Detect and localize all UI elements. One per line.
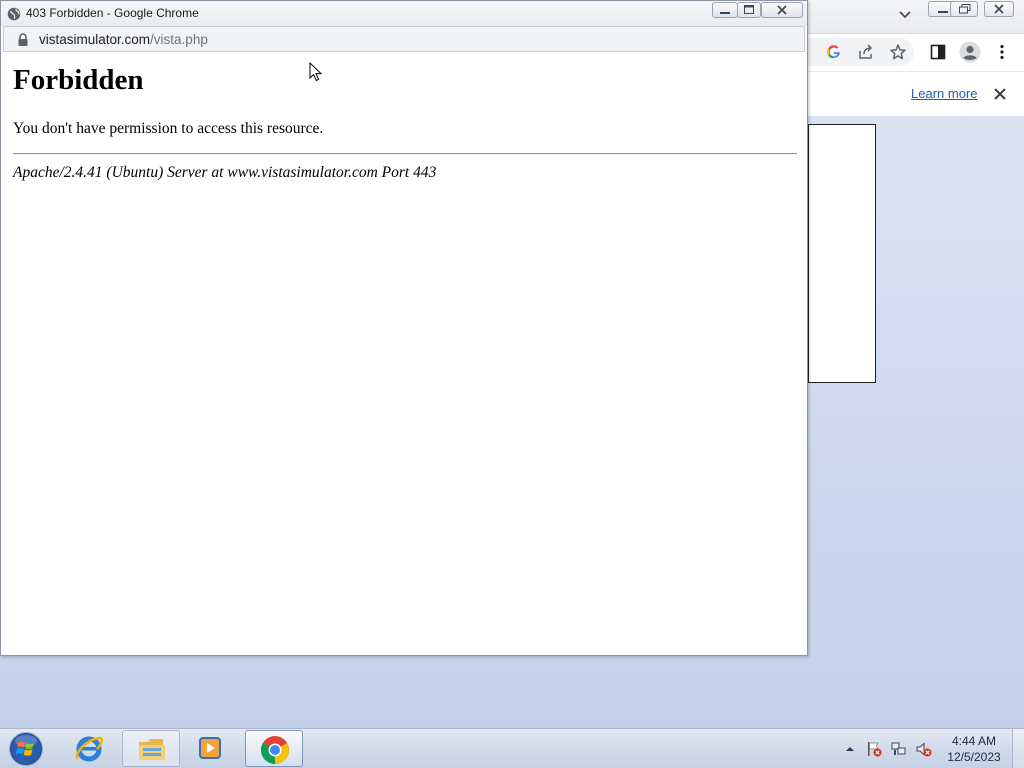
taskbar-chrome-button[interactable]: [245, 730, 303, 767]
volume-muted-icon[interactable]: [916, 741, 932, 757]
page-heading: Forbidden: [13, 64, 144, 96]
url-path: /vista.php: [150, 32, 208, 47]
mouse-pointer-icon: [309, 61, 323, 82]
google-lens-icon[interactable]: [824, 42, 844, 62]
chrome-menu-icon[interactable]: [992, 42, 1012, 62]
lock-icon[interactable]: [17, 32, 29, 46]
popup-titlebar[interactable]: 403 Forbidden - Google Chrome: [1, 1, 807, 26]
clock-time: 4:44 AM: [951, 734, 997, 748]
share-icon[interactable]: [856, 42, 876, 62]
action-center-flag-icon[interactable]: [866, 741, 882, 757]
close-button[interactable]: [761, 2, 803, 18]
error-message: You don't have permission to access this…: [13, 120, 324, 137]
start-button[interactable]: [7, 731, 45, 767]
background-restore-button[interactable]: [950, 1, 978, 17]
infobar-close-icon[interactable]: [992, 86, 1008, 102]
taskbar-clock[interactable]: 4:44 AM 12/5/2023: [938, 733, 1010, 765]
divider: [13, 153, 797, 155]
show-desktop-button[interactable]: [1012, 729, 1024, 768]
background-close-button[interactable]: [984, 1, 1014, 17]
taskbar-media-player-button[interactable]: [182, 730, 240, 767]
taskbar-internet-explorer-button[interactable]: [62, 730, 120, 767]
show-hidden-icons-icon[interactable]: [844, 741, 856, 757]
clock-date: 12/5/2023: [947, 750, 1001, 764]
network-icon[interactable]: [891, 741, 907, 757]
background-omnibox[interactable]: [808, 38, 914, 66]
url-host: vistasimulator.com: [39, 32, 151, 47]
taskbar: 4:44 AM 12/5/2023: [0, 728, 1024, 768]
bookmark-star-icon[interactable]: [888, 42, 908, 62]
url-text[interactable]: vistasimulator.com/vista.php: [39, 32, 208, 47]
profile-avatar-icon[interactable]: [959, 41, 981, 63]
learn-more-link[interactable]: Learn more: [911, 86, 977, 101]
side-panel-icon[interactable]: [928, 42, 948, 62]
taskbar-explorer-button[interactable]: [122, 730, 180, 767]
tab-search-chevron-icon[interactable]: [897, 6, 913, 22]
maximize-button[interactable]: [737, 2, 761, 18]
popup-chrome-window: 403 Forbidden - Google Chrome vistasimul…: [0, 0, 808, 656]
server-signature: Apache/2.4.41 (Ubuntu) Server at www.vis…: [13, 164, 437, 181]
background-page-panel: [808, 124, 876, 383]
popup-window-title: 403 Forbidden - Google Chrome: [26, 6, 199, 20]
page-content: Forbidden You don't have permission to a…: [3, 53, 805, 653]
minimize-button[interactable]: [712, 2, 738, 18]
address-bar[interactable]: vistasimulator.com/vista.php: [3, 26, 805, 52]
globe-icon: [7, 6, 21, 21]
